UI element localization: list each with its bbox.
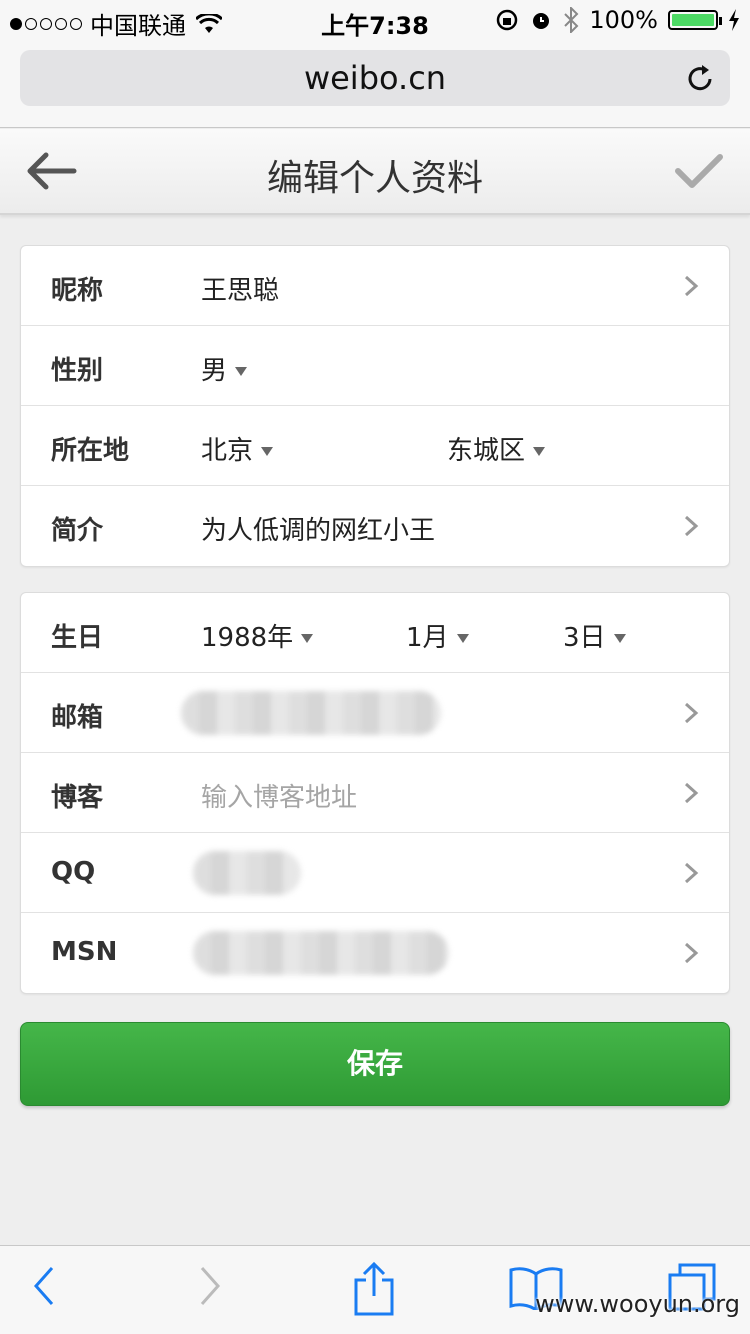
battery-icon [668,10,722,30]
profile-card: 昵称 王思聪 性别 男 所在地 北京 东城区 简介 为人低调的网红小王 [20,245,730,567]
battery-percent: 100% [589,6,658,34]
share-icon[interactable] [352,1260,396,1316]
dropdown-triangle-icon [456,634,469,643]
bio-value: 为人低调的网红小王 [201,516,436,546]
dropdown-triangle-icon [261,447,274,456]
blog-label: 博客 [51,783,104,813]
bio-label: 简介 [51,516,104,546]
confirm-check-icon[interactable] [674,151,724,191]
chevron-right-icon [684,862,699,884]
redacted-qq [193,851,301,895]
msn-row[interactable]: MSN [21,913,729,993]
chevron-right-icon [684,515,699,537]
qq-row[interactable]: QQ [21,833,729,913]
rotation-lock-icon [497,9,518,31]
status-right: 100% [495,6,740,34]
email-row[interactable]: 邮箱 [21,673,729,753]
bio-row[interactable]: 简介 为人低调的网红小王 [21,486,729,566]
nickname-label: 昵称 [51,276,104,306]
dropdown-triangle-icon [613,634,626,643]
status-bar: 中国联通 上午7:38 100% [0,0,750,40]
dropdown-triangle-icon [301,634,314,643]
dropdown-triangle-icon [533,447,546,456]
birth-day-select[interactable]: 3日 [563,617,626,654]
chevron-right-icon [684,275,699,297]
birthday-row: 生日 1988年 1月 3日 [21,593,729,673]
location-label: 所在地 [51,436,130,466]
save-button[interactable]: 保存 [20,1022,730,1106]
gender-label: 性别 [51,356,104,386]
district-select[interactable]: 东城区 [447,430,546,467]
district-value: 东城区 [447,436,526,466]
reload-icon[interactable] [684,62,716,94]
address-bar[interactable]: weibo.cn [20,50,730,106]
url-text: weibo.cn [303,59,447,97]
dropdown-triangle-icon [235,367,248,376]
browser-back-icon[interactable] [30,1264,56,1308]
email-label: 邮箱 [51,703,104,733]
nickname-value: 王思聪 [201,276,280,306]
browser-forward-icon[interactable] [198,1264,224,1308]
birth-month-value: 1月 [406,623,449,653]
province-value: 北京 [201,436,254,466]
qq-label: QQ [51,857,96,887]
birth-month-select[interactable]: 1月 [406,617,469,654]
contact-card: 生日 1988年 1月 3日 邮箱 博客 输入博客地址 QQ MSN [20,592,730,994]
gender-select[interactable]: 男 [201,350,248,387]
browser-address-area: weibo.cn [0,40,750,128]
redacted-email [181,691,441,735]
page-title: 编辑个人资料 [266,158,483,199]
blog-input-placeholder[interactable]: 输入博客地址 [201,777,357,814]
chevron-right-icon [684,782,699,804]
bluetooth-icon [564,7,579,33]
watermark-text: www.wooyun.org [535,1290,740,1318]
birth-year-select[interactable]: 1988年 [201,617,314,654]
nickname-row[interactable]: 昵称 王思聪 [21,246,729,326]
birth-year-value: 1988年 [201,623,294,653]
msn-label: MSN [51,937,118,967]
chevron-right-icon [684,942,699,964]
location-row: 所在地 北京 东城区 [21,406,729,486]
redacted-msn [193,931,449,975]
blog-row[interactable]: 博客 输入博客地址 [21,753,729,833]
alarm-icon [533,13,550,29]
gender-row: 性别 男 [21,326,729,406]
province-select[interactable]: 北京 [201,430,274,467]
charging-icon [729,9,739,31]
birth-day-value: 3日 [563,623,606,653]
chevron-right-icon [684,702,699,724]
birthday-label: 生日 [51,623,104,653]
page-header: 编辑个人资料 [0,129,750,215]
gender-value: 男 [201,356,228,386]
